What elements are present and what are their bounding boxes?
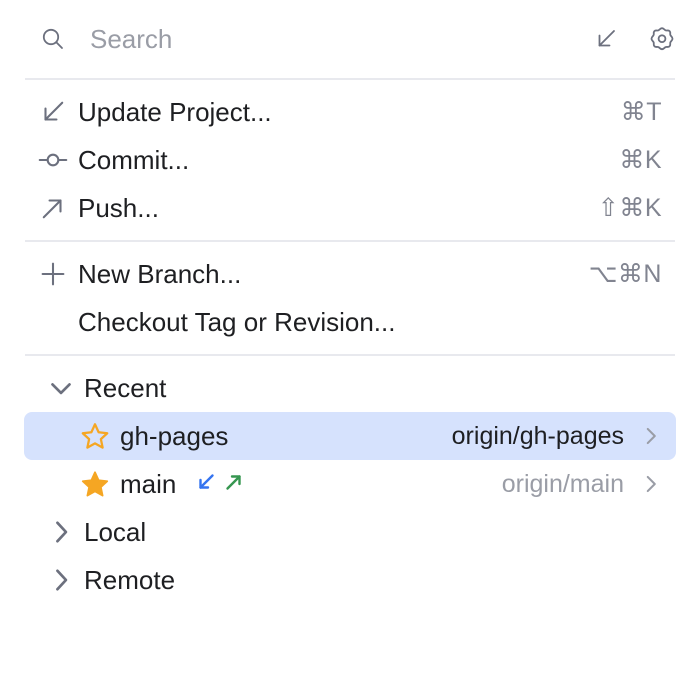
menu-item-new-branch[interactable]: New Branch... ⌥⌘N: [24, 250, 676, 298]
menu-item-label: Push...: [78, 192, 159, 223]
commit-node-icon: [38, 147, 68, 173]
menu-item-label: Checkout Tag or Revision...: [78, 306, 396, 337]
search-icon: [40, 26, 66, 52]
outgoing-commits-icon: [222, 470, 246, 499]
gear-icon[interactable]: [648, 25, 676, 53]
branch-name: gh-pages: [120, 420, 229, 451]
incoming-commits-icon: [194, 470, 218, 499]
menu-item-shortcut: ⌘T: [620, 98, 662, 126]
menu-item-shortcut: ⇧⌘K: [597, 194, 662, 222]
plus-icon: [38, 261, 68, 287]
chevron-down-icon[interactable]: [44, 371, 78, 405]
branch-actions-section: New Branch... ⌥⌘N Checkout Tag or Revisi…: [0, 242, 700, 354]
menu-item-push[interactable]: Push... ⇧⌘K: [24, 184, 676, 232]
menu-item-label: New Branch...: [78, 258, 242, 289]
chevron-right-icon[interactable]: [638, 423, 664, 449]
branches-popup: Update Project... ⌘T Commit... ⌘K: [0, 0, 700, 700]
menu-item-update-project[interactable]: Update Project... ⌘T: [24, 88, 676, 136]
branch-tree: Recent gh-pages origin/gh-pages main ori…: [0, 356, 700, 612]
search-input[interactable]: [90, 23, 580, 55]
tree-group-label: Local: [84, 516, 147, 547]
search-bar: [0, 0, 700, 78]
chevron-right-icon[interactable]: [638, 471, 664, 497]
menu-item-checkout-tag-or-revision[interactable]: Checkout Tag or Revision...: [24, 298, 676, 346]
update-project-icon[interactable]: [592, 25, 620, 53]
star-outline-icon[interactable]: [80, 421, 110, 451]
chevron-right-icon[interactable]: [44, 563, 78, 597]
header-actions: [592, 25, 676, 53]
arrow-up-right-icon: [38, 195, 68, 221]
menu-item-shortcut: ⌥⌘N: [588, 260, 662, 288]
arrow-down-left-icon: [38, 99, 68, 125]
vcs-actions-section: Update Project... ⌘T Commit... ⌘K Push..…: [0, 80, 700, 240]
menu-item-label: Update Project...: [78, 96, 272, 127]
tree-group-label: Remote: [84, 564, 176, 595]
branch-row-gh-pages[interactable]: gh-pages origin/gh-pages: [24, 412, 676, 460]
branch-name: main: [120, 468, 177, 499]
menu-item-shortcut: ⌘K: [619, 146, 662, 174]
branch-row-main[interactable]: main origin/main: [24, 460, 676, 508]
branch-tracking: origin/main: [501, 469, 624, 498]
tree-group-remote[interactable]: Remote: [24, 556, 676, 604]
sync-status: [194, 470, 246, 499]
menu-item-commit[interactable]: Commit... ⌘K: [24, 136, 676, 184]
chevron-right-icon[interactable]: [44, 515, 78, 549]
tree-group-label: Recent: [84, 372, 167, 403]
menu-item-label: Commit...: [78, 144, 190, 175]
no-icon: [38, 309, 68, 335]
tree-group-recent[interactable]: Recent: [24, 364, 676, 412]
star-filled-icon[interactable]: [80, 469, 110, 499]
tree-group-local[interactable]: Local: [24, 508, 676, 556]
branch-tracking: origin/gh-pages: [451, 421, 624, 450]
